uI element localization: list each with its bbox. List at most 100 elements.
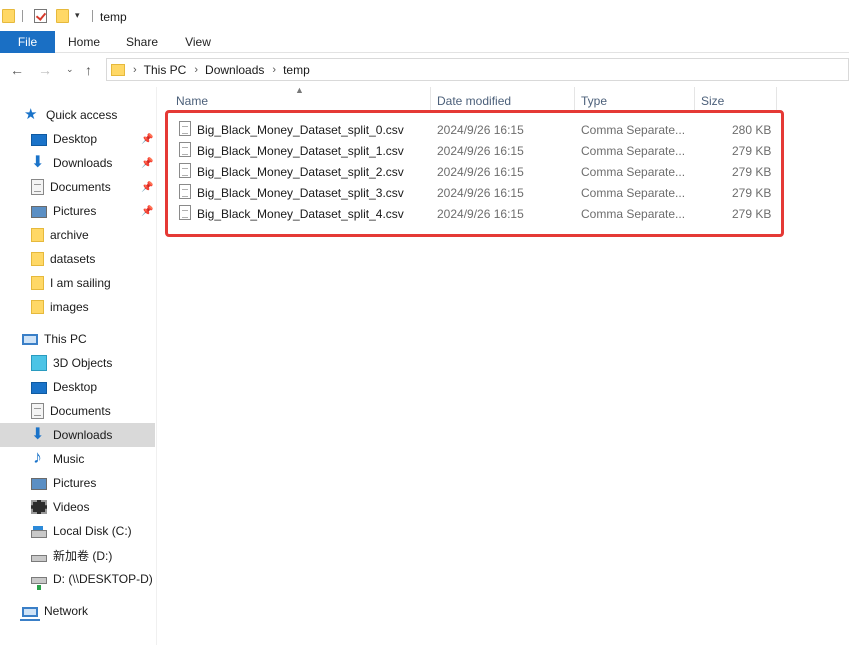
sidebar-item-network-drive-d[interactable]: D: (\\DESKTOP-D) (I	[0, 567, 155, 591]
sidebar-item-datasets[interactable]: datasets	[0, 247, 155, 271]
tab-home[interactable]: Home	[60, 31, 108, 53]
sidebar-item-label: Documents	[50, 180, 111, 194]
chevron-right-icon[interactable]: ›	[194, 64, 198, 76]
sidebar-item-label: Downloads	[53, 428, 113, 442]
sidebar-item-images[interactable]: images	[0, 295, 155, 319]
column-divider[interactable]	[574, 87, 575, 112]
sidebar-item-quick-access[interactable]: Quick access	[24, 103, 179, 127]
sidebar-item-label: D: (\\DESKTOP-D) (I	[53, 572, 155, 586]
file-name: Big_Black_Money_Dataset_split_3.csv	[197, 186, 404, 200]
column-divider[interactable]	[776, 87, 777, 112]
file-size: 279 KB	[732, 144, 772, 158]
file-date-modified: 2024/9/26 16:15	[437, 144, 524, 158]
sidebar-item-this-pc[interactable]: This PC	[0, 327, 155, 351]
breadcrumb-downloads[interactable]: Downloads	[205, 63, 264, 77]
recent-locations-chevron-down-icon[interactable]: ⌄	[66, 64, 74, 75]
table-row[interactable]: Big_Black_Money_Dataset_split_4.csv 2024…	[158, 203, 778, 224]
file-size: 279 KB	[732, 207, 772, 221]
breadcrumb-temp[interactable]: temp	[283, 63, 310, 77]
pin-icon: 📌	[141, 205, 154, 217]
chevron-right-icon[interactable]: ›	[133, 64, 137, 76]
file-icon	[179, 205, 191, 220]
sidebar-item-documents[interactable]: Documents 📌	[0, 175, 155, 199]
sidebar-item-desktop[interactable]: Desktop 📌	[0, 127, 155, 151]
table-row[interactable]: Big_Black_Money_Dataset_split_2.csv 2024…	[158, 161, 778, 182]
file-icon	[179, 142, 191, 157]
tab-view[interactable]: View	[174, 31, 222, 53]
file-size: 279 KB	[732, 186, 772, 200]
local-disk-icon	[31, 525, 47, 538]
sidebar-item-network[interactable]: Network	[0, 599, 155, 623]
downloads-icon	[31, 152, 47, 172]
tab-file[interactable]: File	[0, 31, 55, 53]
sidebar-item-pc-pictures[interactable]: Pictures	[0, 471, 155, 495]
sidebar-item-label: archive	[50, 228, 89, 242]
sidebar-item-label: This PC	[44, 332, 87, 346]
sidebar-item-pc-documents[interactable]: Documents	[0, 399, 155, 423]
sidebar-item-archive[interactable]: archive	[0, 223, 155, 247]
sidebar-item-label: 3D Objects	[53, 356, 113, 370]
sidebar-item-label: Desktop	[53, 132, 98, 146]
file-date-modified: 2024/9/26 16:15	[437, 207, 524, 221]
drive-icon	[31, 554, 47, 562]
column-header-date-modified[interactable]: Date modified	[437, 94, 511, 114]
column-header-name[interactable]: Name	[176, 94, 208, 114]
toolbar-separator	[22, 10, 23, 22]
sidebar-item-pc-desktop[interactable]: Desktop	[0, 375, 155, 399]
videos-icon	[31, 500, 47, 514]
breadcrumb-this-pc[interactable]: This PC	[144, 63, 187, 77]
new-folder-icon[interactable]	[56, 9, 69, 23]
title-bar: ▾ temp	[0, 0, 849, 31]
file-name: Big_Black_Money_Dataset_split_2.csv	[197, 165, 404, 179]
network-drive-icon	[31, 577, 47, 590]
documents-icon	[31, 403, 44, 419]
sidebar-item-label: Videos	[53, 500, 90, 514]
pictures-icon	[31, 478, 47, 490]
3d-objects-icon	[31, 355, 47, 371]
sidebar-item-3d-objects[interactable]: 3D Objects	[0, 351, 155, 375]
back-arrow-icon[interactable]: ←	[10, 62, 24, 78]
column-header-type[interactable]: Type	[581, 94, 607, 114]
sidebar-item-music[interactable]: Music	[0, 447, 155, 471]
folder-icon	[31, 300, 44, 314]
file-icon	[179, 121, 191, 136]
downloads-icon	[31, 424, 47, 444]
sidebar-item-videos[interactable]: Videos	[0, 495, 155, 519]
network-icon	[20, 606, 40, 621]
table-row[interactable]: Big_Black_Money_Dataset_split_3.csv 2024…	[158, 182, 778, 203]
sidebar-item-drive-d[interactable]: 新加卷 (D:)	[0, 543, 155, 567]
sidebar-item-pc-downloads[interactable]: Downloads	[0, 423, 155, 447]
sidebar-item-i-am-sailing[interactable]: I am sailing	[0, 271, 155, 295]
column-divider[interactable]	[430, 87, 431, 112]
sidebar-item-label: Documents	[50, 404, 111, 418]
sidebar-item-label: Pictures	[53, 476, 97, 490]
up-arrow-icon[interactable]: ↑	[85, 62, 92, 78]
sidebar-item-label: Pictures	[53, 204, 97, 218]
file-name: Big_Black_Money_Dataset_split_1.csv	[197, 144, 404, 158]
column-divider[interactable]	[694, 87, 695, 112]
window-title: temp	[100, 10, 127, 24]
customize-quick-access-dropdown-icon[interactable]: ▾	[75, 11, 84, 20]
address-bar[interactable]: › This PC › Downloads › temp	[106, 58, 849, 81]
table-row[interactable]: Big_Black_Money_Dataset_split_1.csv 2024…	[158, 140, 778, 161]
column-header-size[interactable]: Size	[701, 94, 724, 114]
file-date-modified: 2024/9/26 16:15	[437, 186, 524, 200]
chevron-right-icon[interactable]: ›	[272, 64, 276, 76]
file-icon	[179, 163, 191, 178]
tab-share[interactable]: Share	[118, 31, 166, 53]
sidebar-item-label: 新加卷 (D:)	[53, 548, 113, 563]
folder-icon	[31, 252, 44, 266]
table-row[interactable]: Big_Black_Money_Dataset_split_0.csv 2024…	[158, 119, 778, 140]
sidebar-item-local-disk-c[interactable]: Local Disk (C:)	[0, 519, 155, 543]
sidebar-item-downloads[interactable]: Downloads 📌	[0, 151, 155, 175]
file-name: Big_Black_Money_Dataset_split_4.csv	[197, 207, 404, 221]
properties-icon[interactable]	[34, 9, 47, 23]
folder-icon	[111, 63, 125, 76]
forward-arrow-icon[interactable]: →	[38, 62, 52, 78]
sidebar-item-label: Local Disk (C:)	[53, 524, 132, 538]
sidebar-item-label: images	[50, 300, 89, 314]
sidebar-item-pictures[interactable]: Pictures 📌	[0, 199, 155, 223]
star-icon	[24, 105, 40, 123]
file-date-modified: 2024/9/26 16:15	[437, 165, 524, 179]
file-name: Big_Black_Money_Dataset_split_0.csv	[197, 123, 404, 137]
